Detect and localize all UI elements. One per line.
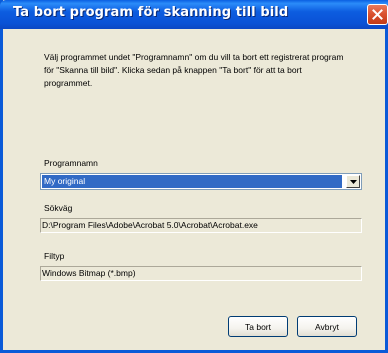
cancel-button[interactable]: Avbryt — [297, 316, 357, 337]
program-name-selected[interactable]: My original — [42, 175, 342, 188]
close-icon — [372, 9, 383, 20]
chevron-down-icon — [349, 179, 357, 184]
window-title: Ta bort program för skanning till bild — [13, 5, 289, 20]
filetype-label: Filtyp — [44, 251, 65, 261]
filetype-field: Windows Bitmap (*.bmp) — [40, 266, 362, 281]
path-field: D:\Program Files\Adobe\Acrobat 5.0\Acrob… — [40, 218, 362, 233]
dropdown-button[interactable] — [346, 175, 360, 188]
instruction-text: Välj programmet undet "Programnamn" om d… — [44, 52, 344, 88]
title-bar[interactable]: Ta bort program för skanning till bild — [0, 0, 388, 29]
path-label: Sökväg — [44, 203, 73, 213]
program-name-label: Programnamn — [44, 158, 98, 168]
remove-button[interactable]: Ta bort — [228, 316, 288, 337]
program-name-dropdown[interactable]: My original — [40, 173, 362, 190]
dialog-window: Ta bort program för skanning till bild V… — [0, 0, 388, 353]
close-button[interactable] — [367, 4, 388, 25]
